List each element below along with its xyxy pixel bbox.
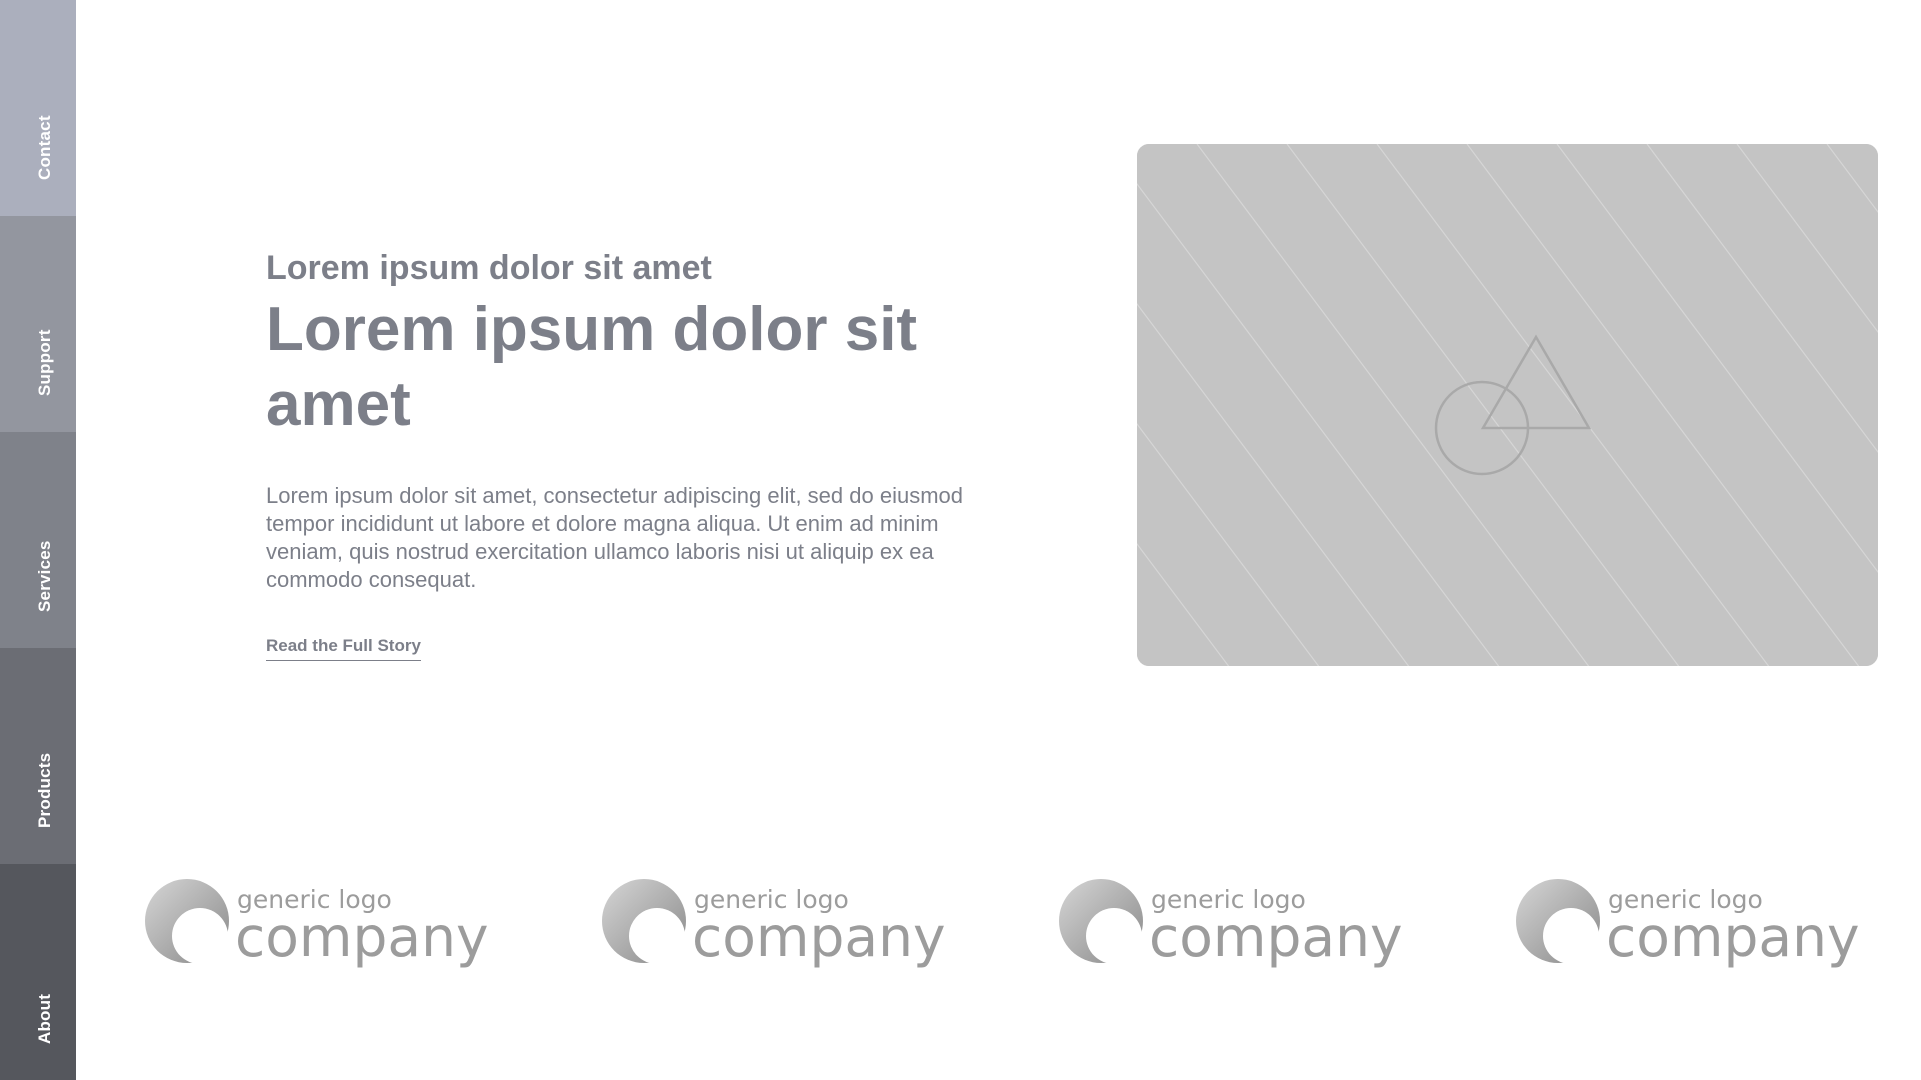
logo-name: company <box>1149 905 1403 969</box>
sidebar-item-support[interactable]: Support <box>0 216 76 432</box>
logo-name: company <box>692 905 946 969</box>
logo-crescent-icon <box>602 879 686 964</box>
hero-body-text: Lorem ipsum dolor sit amet, consectetur … <box>266 483 964 592</box>
read-full-story-link[interactable]: Read the Full Story <box>266 636 421 661</box>
sidebar-item-label: Products <box>35 752 54 828</box>
logo-crescent-icon <box>1516 879 1600 964</box>
hero-subtitle: Lorem ipsum dolor sit amet <box>266 249 712 287</box>
sidebar-item-label: Contact <box>35 115 54 180</box>
logo-name: company <box>1606 905 1860 969</box>
company-logo: generic logo company <box>601 876 961 969</box>
company-logo: generic logo company <box>1058 876 1418 969</box>
company-logo: generic logo company <box>144 876 504 969</box>
sidebar-nav: Contact Support Services Products About <box>0 0 76 1080</box>
sidebar-item-services[interactable]: Services <box>0 432 76 648</box>
hero-image-placeholder <box>1137 144 1878 666</box>
logo-crescent-icon <box>145 879 229 964</box>
sidebar-item-about[interactable]: About <box>0 864 76 1080</box>
sidebar-item-contact[interactable]: Contact <box>0 0 76 216</box>
image-placeholder-icon <box>1137 144 1878 666</box>
sidebar-item-products[interactable]: Products <box>0 648 76 864</box>
logo-name: company <box>235 905 489 969</box>
sidebar-item-label: Support <box>35 329 54 396</box>
company-logo: generic logo company <box>1515 876 1875 969</box>
logo-crescent-icon <box>1059 879 1143 964</box>
sidebar-item-label: About <box>35 993 54 1044</box>
hero-title: Lorem ipsum dolor sit amet <box>266 295 918 439</box>
sidebar-item-label: Services <box>35 540 54 612</box>
